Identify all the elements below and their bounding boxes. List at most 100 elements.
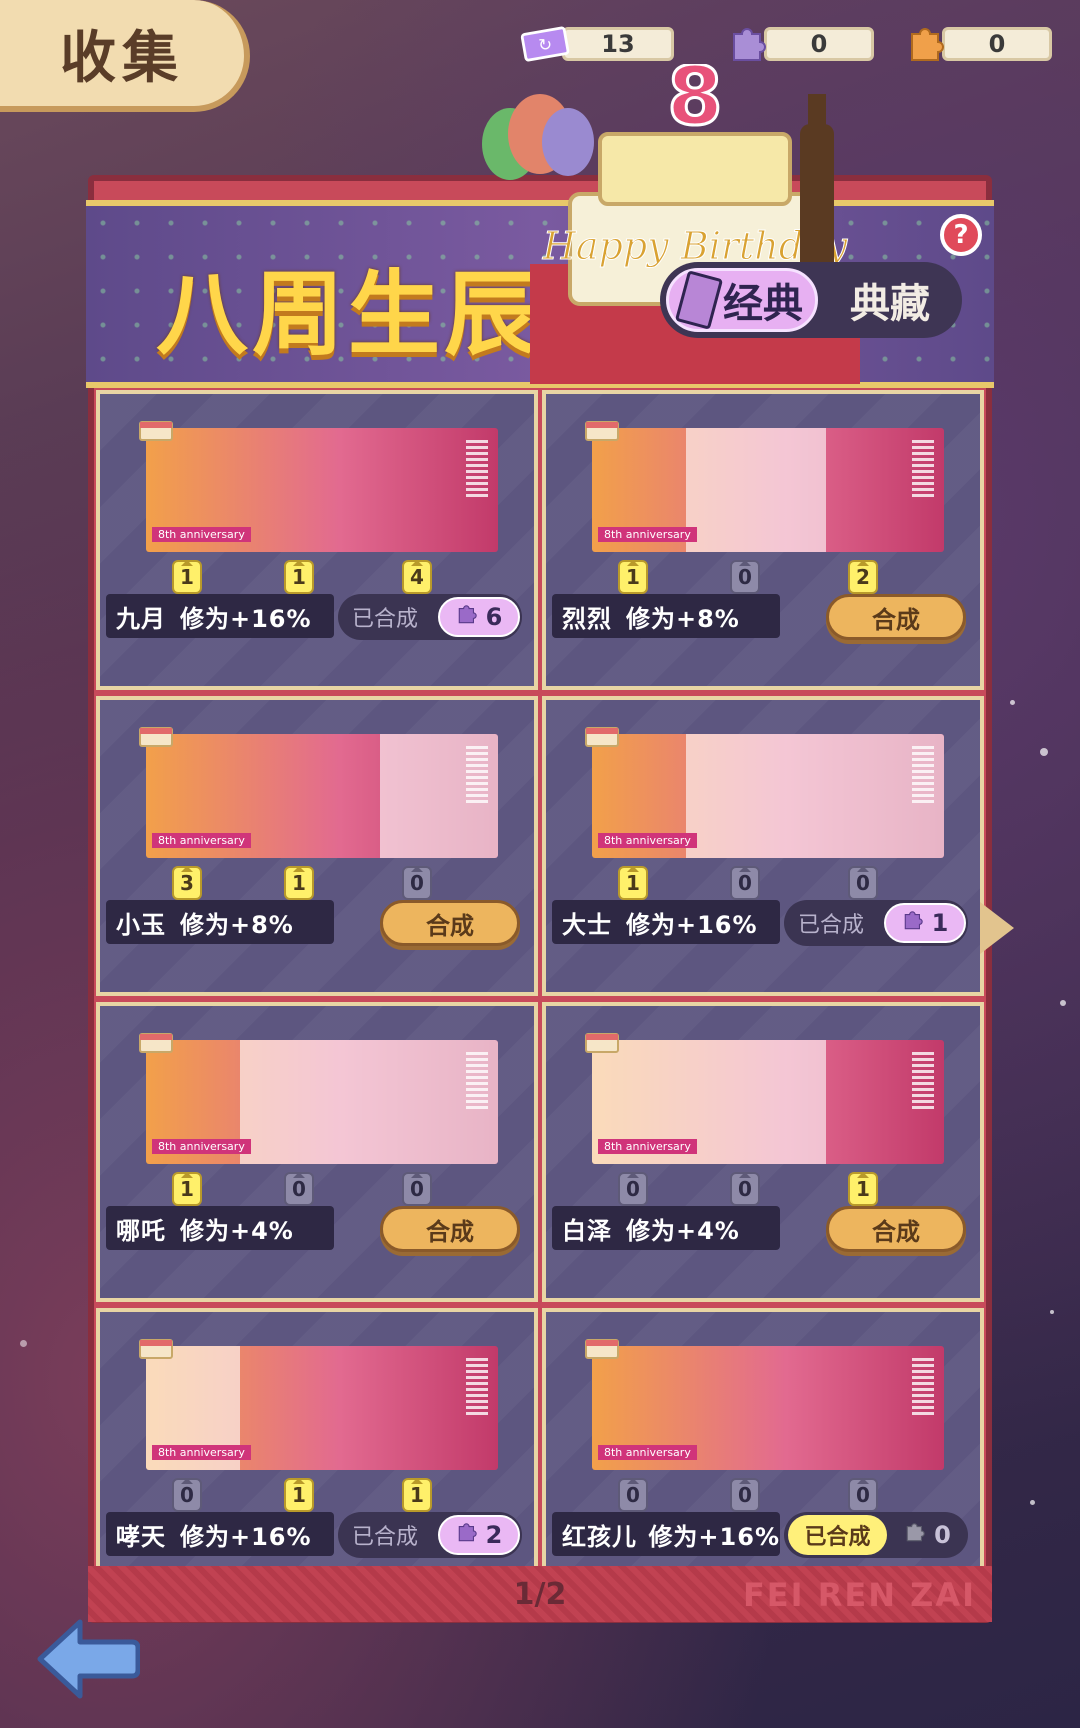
character-card[interactable]: 8th anniversary 1 0 0 大士 修为+16% 已合成 1 — [542, 696, 984, 996]
tab-collection[interactable]: 典藏 — [818, 271, 962, 329]
card-artwork: 8th anniversary — [146, 1040, 498, 1164]
merge-button[interactable]: 合成 — [380, 1206, 520, 1252]
character-label: 白泽 修为+4% — [552, 1206, 780, 1250]
page-indicator: 1/2 — [513, 1576, 567, 1612]
tab-classic[interactable]: 经典 — [666, 268, 818, 332]
purple-puzzle-count: 0 — [764, 27, 874, 61]
barcode — [912, 1358, 934, 1418]
piece-count: 0 — [848, 1478, 878, 1512]
puzzle-icon — [902, 908, 926, 938]
anniversary-ribbon: 8th anniversary — [598, 1445, 697, 1460]
character-name: 大士 — [562, 910, 612, 939]
character-name: 九月 — [116, 604, 166, 633]
piece-count: 1 — [172, 1172, 202, 1206]
cake-icon — [585, 727, 619, 747]
piece-count: 0 — [730, 1478, 760, 1512]
duplicate-number: 6 — [485, 603, 503, 631]
puzzle-piece — [686, 734, 826, 858]
character-card[interactable]: 8th anniversary 1 0 0 哪吒 修为+4% 合成 — [96, 1002, 538, 1302]
piece-count: 1 — [284, 560, 314, 594]
barcode — [466, 1052, 488, 1112]
help-button[interactable]: ? — [940, 214, 982, 256]
piece-count: 0 — [730, 866, 760, 900]
puzzle-icon — [456, 1520, 480, 1550]
cake-icon — [585, 1033, 619, 1053]
character-card[interactable]: 8th anniversary 0 0 1 白泽 修为+4% 合成 — [542, 1002, 984, 1302]
page-title: 收集 — [60, 25, 184, 91]
anniversary-ribbon: 8th anniversary — [598, 833, 697, 848]
merge-button[interactable]: 合成 — [826, 1206, 966, 1252]
merged-label: 已合成 — [798, 913, 865, 938]
character-label: 哪吒 修为+4% — [106, 1206, 334, 1250]
card-artwork: 8th anniversary — [592, 1346, 944, 1470]
piece-count: 0 — [618, 1172, 648, 1206]
merged-label: 已合成 — [352, 607, 419, 632]
character-label: 大士 修为+16% — [552, 900, 780, 944]
orange-puzzle-count: 0 — [942, 27, 1052, 61]
character-card[interactable]: 8th anniversary 1 1 4 九月 修为+16% 已合成 6 — [96, 390, 538, 690]
piece-count: 1 — [848, 1172, 878, 1206]
duplicate-count[interactable]: 2 — [438, 1515, 520, 1555]
duplicate-count: 0 — [887, 1515, 968, 1555]
card-icon — [674, 270, 724, 330]
merged-status: 已合成 0 — [784, 1512, 968, 1558]
barcode — [466, 1358, 488, 1418]
character-card[interactable]: 8th anniversary 0 0 0 红孩儿 修为+16% 已合成 0 — [542, 1308, 984, 1608]
next-page-arrow[interactable] — [980, 902, 1014, 954]
puzzle-piece — [240, 734, 380, 858]
cake-icon — [139, 1339, 173, 1359]
card-artwork: 8th anniversary — [146, 734, 498, 858]
card-artwork: 8th anniversary — [592, 1040, 944, 1164]
puzzle-piece — [686, 428, 826, 552]
piece-count: 0 — [402, 866, 432, 900]
character-card[interactable]: 8th anniversary 0 1 1 哮天 修为+16% 已合成 2 — [96, 1308, 538, 1608]
card-artwork: 8th anniversary — [146, 1346, 498, 1470]
merged-status: 已合成 2 — [338, 1512, 522, 1558]
piece-count: 1 — [284, 1478, 314, 1512]
cake-icon — [139, 727, 173, 747]
barcode — [912, 1052, 934, 1112]
collection-tab[interactable]: 收集 — [0, 0, 250, 112]
character-label: 烈烈 修为+8% — [552, 594, 780, 638]
duplicate-count[interactable]: 1 — [884, 903, 966, 943]
piece-count: 0 — [172, 1478, 202, 1512]
merge-button[interactable]: 合成 — [380, 900, 520, 946]
character-bonus: 修为+16% — [180, 1522, 312, 1551]
back-arrow-icon[interactable] — [36, 1616, 140, 1702]
merged-label: 已合成 — [788, 1515, 887, 1555]
puzzle-piece — [240, 1040, 380, 1164]
piece-count: 0 — [730, 1172, 760, 1206]
merged-status: 已合成 6 — [338, 594, 522, 640]
card-artwork: 8th anniversary — [592, 428, 944, 552]
piece-count: 4 — [402, 560, 432, 594]
character-card[interactable]: 8th anniversary 1 0 2 烈烈 修为+8% 合成 — [542, 390, 984, 690]
character-bonus: 修为+4% — [626, 1216, 740, 1245]
puzzle-piece — [686, 1346, 826, 1470]
character-bonus: 修为+16% — [648, 1522, 780, 1551]
anniversary-ribbon: 8th anniversary — [152, 527, 251, 542]
puzzle-icon — [904, 1520, 928, 1550]
duplicate-number: 1 — [931, 909, 949, 937]
piece-count: 2 — [848, 560, 878, 594]
anniversary-ribbon: 8th anniversary — [598, 1139, 697, 1154]
help-icon: ? — [953, 220, 969, 250]
character-card[interactable]: 8th anniversary 3 1 0 小玉 修为+8% 合成 — [96, 696, 538, 996]
character-label: 小玉 修为+8% — [106, 900, 334, 944]
anniversary-ribbon: 8th anniversary — [152, 1139, 251, 1154]
character-name: 哪吒 — [116, 1216, 166, 1245]
puzzle-piece — [686, 1040, 826, 1164]
duplicate-number: 2 — [485, 1521, 503, 1549]
ticket-count: 13 — [562, 27, 674, 61]
piece-count: 1 — [172, 560, 202, 594]
merged-label: 已合成 — [352, 1525, 419, 1550]
cake-icon — [139, 421, 173, 441]
category-tabs: 经典 典藏 — [660, 262, 962, 338]
piece-count: 0 — [848, 866, 878, 900]
character-label: 红孩儿 修为+16% — [552, 1512, 780, 1556]
piece-count: 1 — [618, 866, 648, 900]
piece-count: 0 — [402, 1172, 432, 1206]
cake-icon — [585, 1339, 619, 1359]
character-label: 九月 修为+16% — [106, 594, 334, 638]
duplicate-count[interactable]: 6 — [438, 597, 520, 637]
merge-button[interactable]: 合成 — [826, 594, 966, 640]
